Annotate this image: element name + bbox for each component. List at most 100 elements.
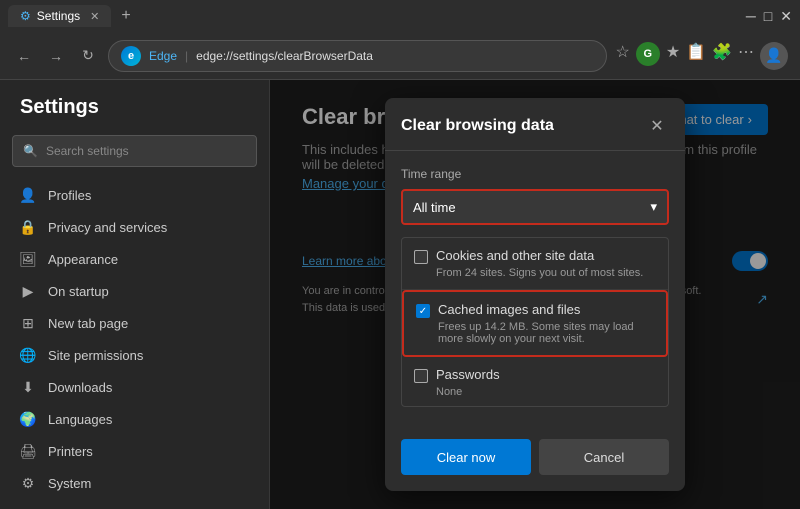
sidebar-item-reset[interactable]: ↺ Reset settings: [0, 499, 269, 509]
privacy-icon: 🔒: [20, 219, 36, 235]
cookies-item: Cookies and other site data From 24 site…: [402, 238, 668, 290]
sidebar: Settings 🔍 Search settings 👤 Profiles 🔒 …: [0, 80, 270, 509]
maximize-icon[interactable]: □: [764, 8, 772, 25]
sidebar-item-permissions[interactable]: 🌐 Site permissions: [0, 339, 269, 371]
back-button[interactable]: ←: [12, 44, 36, 68]
title-tab[interactable]: ⚙ Settings ✕: [8, 5, 111, 27]
time-range-value: All time: [413, 200, 456, 215]
profile-icon[interactable]: G: [636, 42, 660, 66]
separator: |: [185, 49, 188, 63]
time-range-label: Time range: [401, 167, 669, 181]
sidebar-item-label: Languages: [48, 412, 112, 427]
browser-chrome: ← → ↻ e Edge | edge://settings/clearBrow…: [0, 32, 800, 80]
checkbox-list: Cookies and other site data From 24 site…: [401, 237, 669, 407]
sidebar-item-label: Privacy and services: [48, 220, 167, 235]
cache-checkbox[interactable]: ✓: [416, 304, 430, 318]
cache-label: Cached images and files: [438, 302, 580, 317]
main-layout: Settings 🔍 Search settings 👤 Profiles 🔒 …: [0, 80, 800, 509]
user-avatar[interactable]: 👤: [760, 42, 788, 70]
collections-icon[interactable]: 📋: [686, 42, 706, 70]
window-controls: ─ □ ✕: [746, 8, 792, 25]
content-area: Clear browsing data This includes histor…: [270, 80, 800, 509]
dialog-footer: Clear now Cancel: [385, 439, 685, 491]
search-placeholder: Search settings: [46, 144, 129, 158]
tab-close-icon[interactable]: ✕: [90, 10, 99, 23]
search-box[interactable]: 🔍 Search settings: [12, 135, 257, 167]
forward-icon: →: [49, 48, 63, 64]
sidebar-item-startup[interactable]: ▶ On startup: [0, 275, 269, 307]
edge-label: Edge: [149, 49, 177, 63]
refresh-button[interactable]: ↻: [76, 44, 100, 68]
title-bar-left: ⚙ Settings ✕ +: [8, 5, 131, 27]
favorites-icon[interactable]: ★: [666, 42, 680, 70]
more-icon[interactable]: ⋯: [738, 42, 754, 70]
dialog-title: Clear browsing data: [401, 117, 554, 135]
browser-toolbar: ☆ G ★ 📋 🧩 ⋯ 👤: [615, 42, 788, 70]
dialog-body: Time range All time ▾ Cookies and other …: [385, 151, 685, 439]
sidebar-item-profiles[interactable]: 👤 Profiles: [0, 179, 269, 211]
edge-logo: e: [121, 46, 141, 66]
sidebar-item-languages[interactable]: 🌍 Languages: [0, 403, 269, 435]
url-text: edge://settings/clearBrowserData: [196, 49, 373, 63]
dialog-header: Clear browsing data ✕: [385, 98, 685, 151]
startup-icon: ▶: [20, 283, 36, 299]
clear-now-button[interactable]: Clear now: [401, 439, 531, 475]
sidebar-item-label: Downloads: [48, 380, 112, 395]
dialog-close-button[interactable]: ✕: [645, 114, 669, 138]
star-icon[interactable]: ☆: [615, 42, 629, 70]
search-icon: 🔍: [23, 144, 38, 158]
extensions-icon[interactable]: 🧩: [712, 42, 732, 70]
newtab-icon: ⊞: [20, 315, 36, 331]
sidebar-item-label: Site permissions: [48, 348, 143, 363]
minimize-icon[interactable]: ─: [746, 8, 756, 25]
tab-label: Settings: [37, 9, 80, 23]
back-icon: ←: [17, 48, 31, 64]
cache-item: ✓ Cached images and files Frees up 14.2 …: [402, 290, 668, 357]
sidebar-title: Settings: [0, 96, 269, 135]
sidebar-item-label: New tab page: [48, 316, 128, 331]
forward-button[interactable]: →: [44, 44, 68, 68]
edge-logo-letter: e: [128, 50, 134, 62]
title-bar: ⚙ Settings ✕ + ─ □ ✕: [0, 0, 800, 32]
cookies-checkbox[interactable]: [414, 250, 428, 264]
cancel-button[interactable]: Cancel: [539, 439, 669, 475]
system-icon: ⚙: [20, 475, 36, 491]
passwords-item: Passwords None: [402, 357, 668, 407]
clear-browsing-data-dialog: Clear browsing data ✕ Time range All tim…: [385, 98, 685, 491]
sidebar-item-label: Appearance: [48, 252, 118, 267]
close-icon[interactable]: ✕: [780, 8, 792, 25]
dialog-overlay: Clear browsing data ✕ Time range All tim…: [270, 80, 800, 509]
cookies-desc: From 24 sites. Signs you out of most sit…: [414, 267, 656, 279]
printers-icon: 🖨: [20, 443, 36, 459]
address-bar[interactable]: e Edge | edge://settings/clearBrowserDat…: [108, 40, 607, 72]
sidebar-item-printers[interactable]: 🖨 Printers: [0, 435, 269, 467]
profiles-icon: 👤: [20, 187, 36, 203]
sidebar-item-label: Profiles: [48, 188, 91, 203]
sidebar-item-appearance[interactable]: 🖼 Appearance: [0, 243, 269, 275]
cache-row: ✓ Cached images and files: [416, 302, 654, 318]
tab-icon: ⚙: [20, 9, 31, 23]
appearance-icon: 🖼: [20, 251, 36, 267]
new-tab-icon[interactable]: +: [121, 7, 130, 25]
dropdown-icon: ▾: [650, 199, 657, 215]
sidebar-item-label: Printers: [48, 444, 93, 459]
passwords-checkbox[interactable]: [414, 369, 428, 383]
sidebar-item-system[interactable]: ⚙ System: [0, 467, 269, 499]
cookies-row: Cookies and other site data: [414, 248, 656, 264]
sidebar-item-downloads[interactable]: ⬇ Downloads: [0, 371, 269, 403]
cache-desc: Frees up 14.2 MB. Some sites may load mo…: [416, 321, 654, 345]
cookies-label: Cookies and other site data: [436, 248, 594, 263]
passwords-label: Passwords: [436, 367, 500, 382]
sidebar-item-privacy[interactable]: 🔒 Privacy and services: [0, 211, 269, 243]
time-range-select[interactable]: All time ▾: [401, 189, 669, 225]
sidebar-item-newtab[interactable]: ⊞ New tab page: [0, 307, 269, 339]
refresh-icon: ↻: [82, 47, 94, 64]
sidebar-item-label: On startup: [48, 284, 109, 299]
passwords-desc: None: [414, 386, 656, 398]
permissions-icon: 🌐: [20, 347, 36, 363]
languages-icon: 🌍: [20, 411, 36, 427]
avatar-icon: 👤: [765, 47, 782, 64]
downloads-icon: ⬇: [20, 379, 36, 395]
passwords-row: Passwords: [414, 367, 656, 383]
sidebar-item-label: System: [48, 476, 91, 491]
